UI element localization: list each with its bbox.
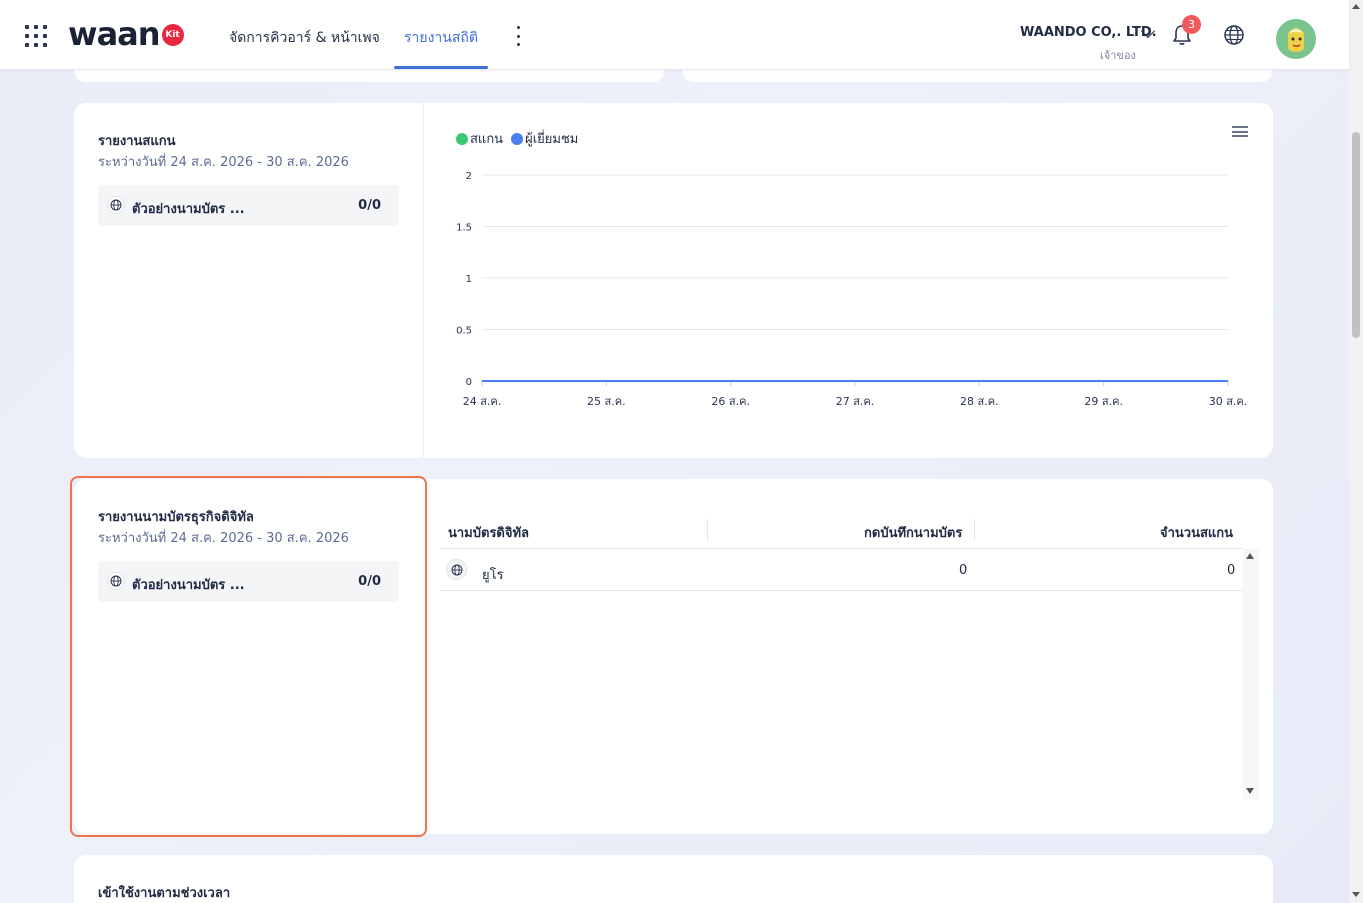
logo-text: waan bbox=[68, 15, 161, 53]
x-tick-label: 25 ส.ค. bbox=[587, 395, 626, 408]
nav-manage-qr[interactable]: จัดการคิวอาร์ & หน้าเพจ bbox=[229, 27, 380, 49]
card-report-item[interactable]: ตัวอย่างนามบัตร ... 0/0 bbox=[98, 561, 399, 602]
legend-label-visitors[interactable]: ผู้เยี่ยมชม bbox=[525, 128, 578, 149]
card-report-item-count: 0/0 bbox=[358, 574, 381, 589]
logo[interactable]: waan Kit bbox=[68, 16, 184, 52]
scan-report-item-name: ตัวอย่างนามบัตร ... bbox=[132, 202, 245, 217]
scan-report-title: รายงานสแกน bbox=[98, 134, 176, 149]
card-report-item-name: ตัวอย่างนามบัตร ... bbox=[132, 578, 245, 593]
legend-label-scan[interactable]: สแกน bbox=[470, 128, 503, 149]
legend-dot-scan bbox=[456, 132, 468, 145]
column-separator bbox=[707, 519, 708, 541]
apps-grid-icon[interactable] bbox=[25, 25, 47, 47]
scrollbar-thumb[interactable] bbox=[1352, 132, 1360, 338]
table-row-divider bbox=[440, 590, 1243, 591]
y-tick-label: 0.5 bbox=[456, 326, 472, 337]
page-scrollbar[interactable] bbox=[1349, 0, 1363, 903]
globe-icon bbox=[107, 572, 125, 590]
scroll-down-icon[interactable] bbox=[1352, 892, 1360, 897]
globe-icon bbox=[446, 559, 467, 580]
company-name[interactable]: WAANDO CO,. LTD. bbox=[1020, 25, 1157, 40]
table-scroll-up-icon[interactable] bbox=[1246, 553, 1254, 559]
y-tick-label: 2 bbox=[466, 171, 472, 182]
y-tick-label: 1 bbox=[466, 274, 472, 285]
scan-report-item-count: 0/0 bbox=[358, 198, 381, 213]
top-bar: waan Kit จัดการคิวอาร์ & หน้าเพจ รายงานส… bbox=[0, 0, 1349, 70]
x-tick-label: 28 ส.ค. bbox=[960, 395, 999, 408]
time-usage-card bbox=[74, 855, 1273, 903]
scroll-up-icon[interactable] bbox=[1352, 4, 1360, 9]
nav-statistics-report[interactable]: รายงานสถิติ bbox=[404, 27, 478, 49]
time-usage-title: เข้าใช้งานตามช่วงเวลา bbox=[98, 886, 231, 901]
user-role: เจ้าของ bbox=[1100, 49, 1136, 62]
user-avatar[interactable] bbox=[1276, 19, 1316, 59]
x-tick-label: 24 ส.ค. bbox=[463, 395, 502, 408]
nav-active-indicator bbox=[394, 66, 488, 69]
more-options-icon[interactable] bbox=[513, 26, 523, 46]
column-header-card[interactable]: นามบัตรดิจิทัล bbox=[448, 522, 529, 543]
column-header-scans[interactable]: จำนวนสแกน bbox=[1160, 522, 1233, 543]
legend-dot-visitors bbox=[511, 132, 524, 145]
x-tick-label: 29 ส.ค. bbox=[1084, 395, 1123, 408]
scan-report-item[interactable]: ตัวอย่างนามบัตร ... 0/0 bbox=[98, 185, 399, 226]
chart-menu-icon[interactable] bbox=[1232, 126, 1248, 137]
card-report-date-range: ระหว่างวันที่ 24 ส.ค. 2026 - 30 ส.ค. 202… bbox=[98, 531, 349, 546]
row-card-name: ยูโร bbox=[482, 568, 504, 583]
x-tick-label: 30 ส.ค. bbox=[1209, 395, 1248, 408]
table-row[interactable]: ยูโร 0 0 bbox=[440, 549, 1243, 590]
table-scrollbar[interactable] bbox=[1243, 549, 1259, 799]
column-header-saves[interactable]: กดบันทึกนามบัตร bbox=[864, 522, 962, 543]
x-tick-label: 27 ส.ค. bbox=[836, 395, 875, 408]
column-separator bbox=[974, 519, 975, 541]
card-divider bbox=[423, 103, 424, 458]
globe-icon bbox=[107, 196, 125, 214]
language-globe-icon[interactable] bbox=[1223, 24, 1245, 46]
row-scans: 0 bbox=[1227, 563, 1236, 578]
scan-report-date-range: ระหว่างวันที่ 24 ส.ค. 2026 - 30 ส.ค. 202… bbox=[98, 155, 349, 170]
row-saves: 0 bbox=[959, 563, 968, 578]
card-report-title: รายงานนามบัตรธุรกิจดิจิทัล bbox=[98, 510, 254, 525]
notification-badge: 3 bbox=[1182, 15, 1201, 34]
table-scroll-down-icon[interactable] bbox=[1246, 788, 1254, 794]
x-tick-label: 26 ส.ค. bbox=[711, 395, 750, 408]
y-tick-label: 0 bbox=[466, 377, 472, 388]
logo-badge: Kit bbox=[161, 24, 184, 46]
scan-line-chart: 2 1.5 1 0.5 0 24 ส.ค. 25 ส.ค. 26 ส.ค. 27 ส.ค. 28 … bbox=[456, 171, 1248, 408]
chart-legend: สแกน ผู้เยี่ยมชม bbox=[456, 128, 586, 149]
y-tick-label: 1.5 bbox=[456, 223, 472, 234]
